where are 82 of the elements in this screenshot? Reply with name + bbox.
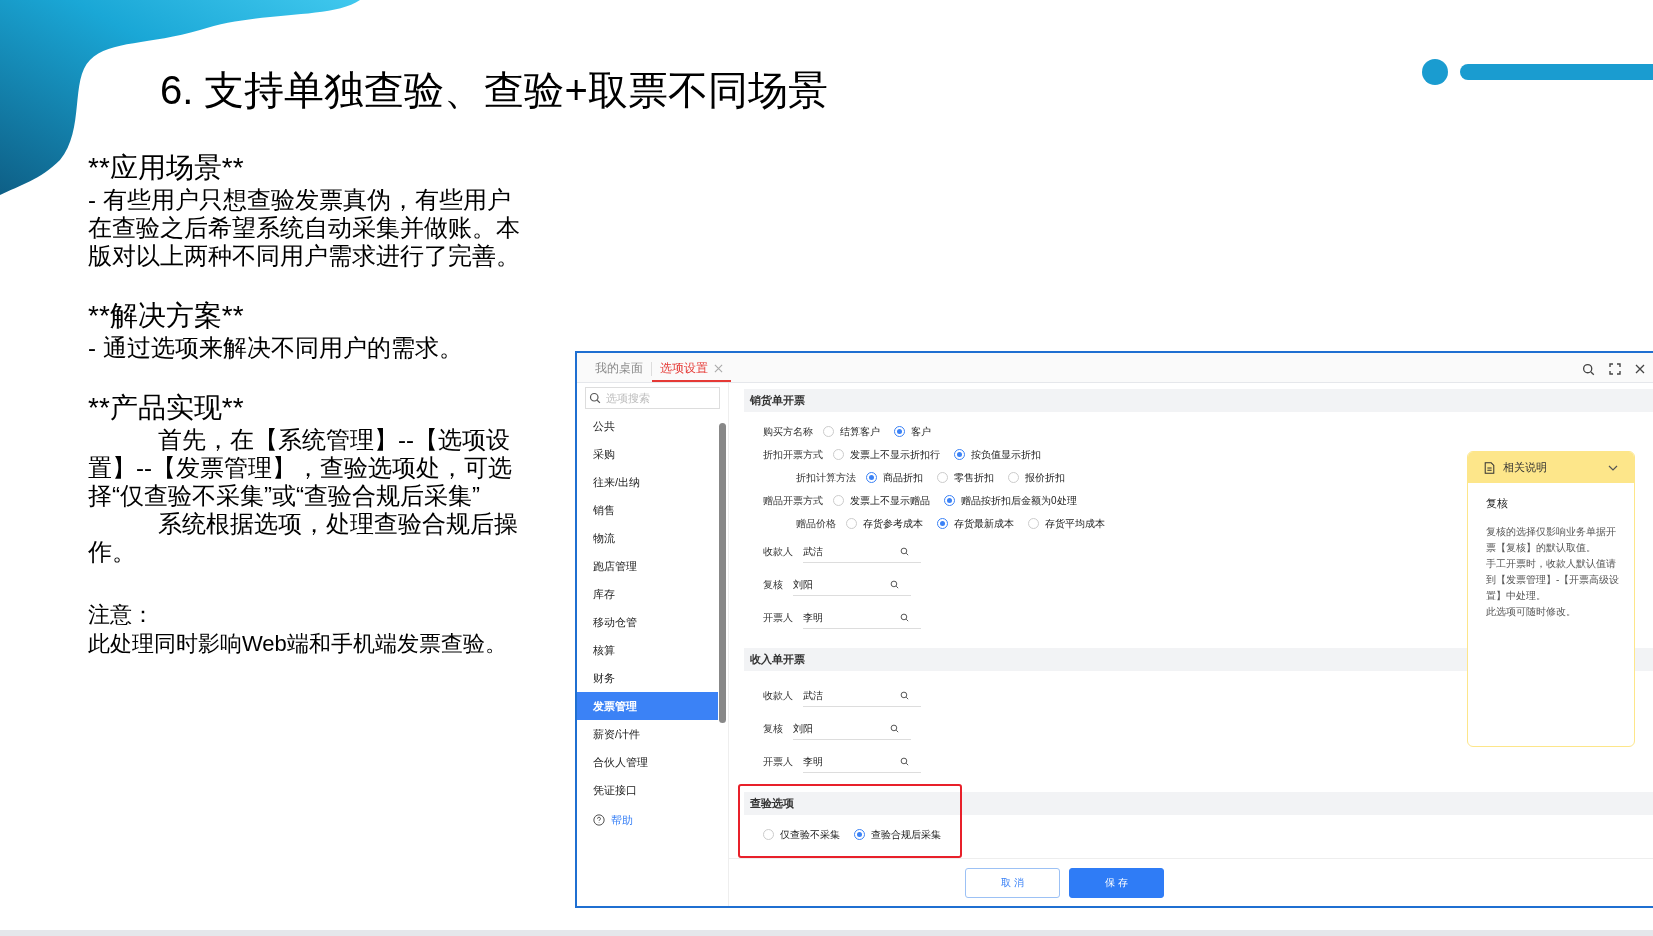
field-label: 赠品价格 bbox=[796, 517, 836, 531]
option-label: 报价折扣 bbox=[1025, 471, 1065, 485]
option-label: 发票上不显示赠品 bbox=[850, 494, 930, 508]
sidebar-item[interactable]: 物流 bbox=[577, 524, 718, 552]
field-label: 复核 bbox=[763, 722, 783, 736]
panel-text: 复核的选择仅影响业务单据开票【复核】的默认取值。 bbox=[1486, 524, 1617, 555]
search-icon[interactable] bbox=[900, 756, 909, 766]
field-label: 收款人 bbox=[763, 545, 793, 559]
sidebar-item[interactable]: 库存 bbox=[577, 580, 718, 608]
sidebar-item[interactable]: 采购 bbox=[577, 440, 718, 468]
panel-heading: 复核 bbox=[1486, 496, 1509, 511]
paragraph: - 有些用户只想查验发票真伪，有些用户在查验之后希望系统自动采集并做账。本版对以上两种不同用户需求进行了完善。 bbox=[88, 186, 521, 270]
field-label: 收款人 bbox=[763, 689, 793, 703]
sidebar-item[interactable]: 发票管理 bbox=[577, 692, 718, 720]
save-button[interactable]: 保 存 bbox=[1069, 867, 1164, 898]
field-label: 开票人 bbox=[763, 755, 793, 769]
option-label: 存货平均成本 bbox=[1045, 517, 1105, 531]
search-field[interactable]: 选项搜索 bbox=[585, 387, 720, 409]
sidebar-item[interactable]: 财务 bbox=[577, 664, 718, 692]
section-heading: **应用场景** bbox=[88, 151, 245, 185]
sidebar-item[interactable]: 移动仓管 bbox=[577, 608, 718, 636]
option-label: 客户 bbox=[911, 425, 931, 439]
field-label: 赠品开票方式 bbox=[763, 494, 823, 508]
note-label: 注意： bbox=[88, 601, 155, 629]
note-text: 此处理同时影响Web端和手机端发票查验。 bbox=[88, 630, 508, 658]
section-heading: **产品实现** bbox=[88, 391, 245, 425]
paragraph: - 通过选项来解决不同用户的需求。 bbox=[88, 334, 464, 362]
panel-text: 手工开票时，收款人默认值请到【发票管理】-【开票高级设置】中处理。 bbox=[1486, 556, 1621, 603]
input-field[interactable]: 李明 bbox=[803, 606, 921, 629]
option-label: 结算客户 bbox=[840, 425, 880, 439]
section-heading: **解决方案** bbox=[88, 299, 245, 333]
scrollbar[interactable] bbox=[719, 423, 726, 723]
sidebar-item[interactable]: 合伙人管理 bbox=[577, 748, 718, 776]
option-label: 查验合规后采集 bbox=[871, 828, 941, 842]
search-icon[interactable] bbox=[900, 690, 909, 700]
option-label: 赠品按折扣后金额为0处理 bbox=[961, 494, 1077, 508]
tab[interactable]: 我的桌面 bbox=[587, 356, 651, 382]
chevron-icon[interactable] bbox=[1608, 464, 1618, 471]
input-field[interactable]: 武洁 bbox=[803, 684, 921, 707]
field-label: 开票人 bbox=[763, 611, 793, 625]
search-icon[interactable] bbox=[1582, 362, 1595, 376]
field-label: 复核 bbox=[763, 578, 783, 592]
help-link[interactable]: 帮助 bbox=[611, 811, 633, 829]
sidebar-item[interactable]: 凭证接口 bbox=[577, 776, 718, 804]
option-label: 商品折扣 bbox=[883, 471, 923, 485]
close-icon[interactable] bbox=[1635, 364, 1645, 374]
sidebar-item[interactable]: 薪资/计件 bbox=[577, 720, 718, 748]
panel-text: 此选项可随时修改。 bbox=[1486, 604, 1577, 619]
paragraph: 系统根据选项，处理查验合规后操作。 bbox=[88, 510, 519, 566]
panel-title: 相关说明 bbox=[1503, 460, 1548, 476]
sidebar-item[interactable]: 公共 bbox=[577, 412, 718, 440]
field-label: 购买方名称 bbox=[763, 425, 813, 439]
input-field[interactable]: 刘阳 bbox=[793, 717, 911, 740]
option-label: 按负值显示折扣 bbox=[971, 448, 1041, 462]
fullscreen-icon[interactable] bbox=[1609, 363, 1621, 375]
sidebar-item[interactable]: 往来/出纳 bbox=[577, 468, 718, 496]
tab[interactable]: 选项设置 bbox=[652, 356, 731, 382]
sidebar-item[interactable]: 核算 bbox=[577, 636, 718, 664]
search-icon[interactable] bbox=[890, 579, 899, 589]
paragraph: 首先，在【系统管理】--【选项设置】--【发票管理】，查验选项处，可选择“仅查验不采集”或“查验合规后采集” bbox=[88, 426, 513, 510]
option-label: 零售折扣 bbox=[954, 471, 994, 485]
search-icon[interactable] bbox=[890, 723, 899, 733]
search-icon[interactable] bbox=[900, 546, 909, 556]
section-header: 查验选项 bbox=[744, 792, 1653, 815]
input-field[interactable]: 刘阳 bbox=[793, 573, 911, 596]
search-icon bbox=[589, 392, 601, 404]
option-label: 存货最新成本 bbox=[954, 517, 1014, 531]
section-header: 销货单开票 bbox=[744, 389, 1653, 412]
help-icon bbox=[593, 814, 605, 826]
sidebar-item[interactable]: 跑店管理 bbox=[577, 552, 718, 580]
option-label: 仅查验不采集 bbox=[780, 828, 840, 842]
option-label: 发票上不显示折扣行 bbox=[850, 448, 940, 462]
input-field[interactable]: 武洁 bbox=[803, 540, 921, 563]
search-icon[interactable] bbox=[900, 612, 909, 622]
field-label: 折扣开票方式 bbox=[763, 448, 823, 462]
option-label: 存货参考成本 bbox=[863, 517, 923, 531]
input-field[interactable]: 李明 bbox=[803, 750, 921, 773]
slide-title: 6. 支持单独查验、查验+取票不同场景 bbox=[160, 67, 828, 114]
sidebar-item[interactable]: 销售 bbox=[577, 496, 718, 524]
field-label: 折扣计算方法 bbox=[796, 471, 856, 485]
document-icon bbox=[1484, 461, 1495, 474]
cancel-button[interactable]: 取 消 bbox=[965, 867, 1060, 898]
